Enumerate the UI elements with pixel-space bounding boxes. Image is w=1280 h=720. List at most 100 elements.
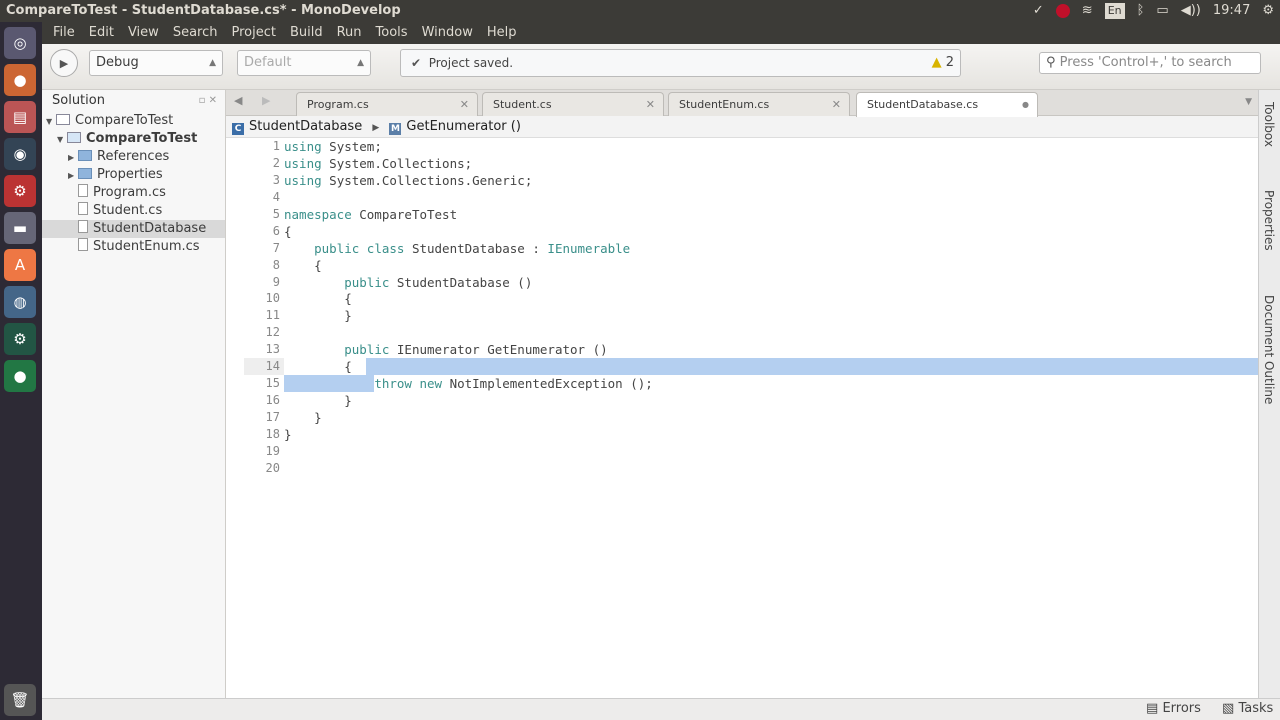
- tab-student[interactable]: Student.cs ✕: [482, 92, 664, 116]
- line-text: {: [284, 223, 292, 240]
- code-line[interactable]: 12: [244, 324, 1258, 341]
- close-tab-icon[interactable]: ✕: [460, 93, 469, 117]
- software-center-icon[interactable]: A: [4, 249, 36, 281]
- line-number: 8: [272, 257, 280, 272]
- monodevelop-icon[interactable]: ◍: [4, 286, 36, 318]
- menu-view[interactable]: View: [121, 22, 166, 44]
- code-line[interactable]: 2 using System.Collections;: [244, 155, 1258, 172]
- code-line[interactable]: 3 using System.Collections.Generic;: [244, 172, 1258, 189]
- expander-icon[interactable]: ▼: [46, 113, 56, 131]
- pad-document-outline[interactable]: Document Outline: [1262, 295, 1276, 404]
- code-line[interactable]: 19: [244, 443, 1258, 460]
- menu-window[interactable]: Window: [415, 22, 480, 44]
- code-line[interactable]: 10 {: [244, 290, 1258, 307]
- volume-icon[interactable]: ◀)): [1181, 0, 1201, 22]
- side-pads: Toolbox Properties Document Outline: [1258, 90, 1280, 698]
- breadcrumb-method[interactable]: GetEnumerator (): [406, 119, 521, 134]
- code-line[interactable]: 16 }: [244, 392, 1258, 409]
- pad-properties[interactable]: Properties: [1262, 190, 1276, 251]
- trash-icon[interactable]: 🗑: [4, 684, 36, 716]
- code-line[interactable]: 15 throw new NotImplementedException ();: [244, 375, 1258, 392]
- tree-item[interactable]: Student.cs: [42, 202, 225, 220]
- clock[interactable]: 19:47: [1213, 0, 1250, 22]
- tab-studentdatabase[interactable]: StudentDatabase.cs ●: [856, 92, 1038, 117]
- settings-icon[interactable]: ⚙: [4, 175, 36, 207]
- tab-forward-icon[interactable]: ▶: [262, 94, 270, 107]
- code-line[interactable]: 11 }: [244, 307, 1258, 324]
- wifi-icon[interactable]: ≋: [1082, 0, 1093, 22]
- app-icon[interactable]: ⚙: [4, 323, 36, 355]
- expander-icon[interactable]: ▶: [68, 167, 78, 185]
- code-line[interactable]: 13 public IEnumerator GetEnumerator (): [244, 341, 1258, 358]
- bluetooth-icon[interactable]: ᛒ: [1137, 0, 1145, 22]
- code-line[interactable]: 18}: [244, 426, 1258, 443]
- chrome-icon[interactable]: ●: [4, 64, 36, 96]
- tree-item-label: References: [97, 149, 170, 164]
- code-token: StudentDatabase (): [389, 274, 533, 290]
- platform-select[interactable]: Default ▲: [237, 50, 371, 76]
- menu-project[interactable]: Project: [224, 22, 282, 44]
- record-icon[interactable]: [1055, 4, 1070, 18]
- tree-item[interactable]: ▶ Properties: [42, 166, 225, 184]
- tree-item[interactable]: StudentEnum.cs: [42, 238, 225, 256]
- menu-edit[interactable]: Edit: [82, 22, 121, 44]
- line-text: {: [284, 358, 352, 375]
- code-line[interactable]: 6{: [244, 223, 1258, 240]
- modified-dot-icon[interactable]: ●: [1022, 93, 1029, 117]
- line-number: 3: [272, 172, 280, 187]
- tree-item[interactable]: ▼ CompareToTest: [42, 112, 225, 130]
- tab-list-icon[interactable]: ▼: [1245, 97, 1252, 107]
- power-gear-icon[interactable]: ⚙: [1262, 0, 1274, 22]
- search-input[interactable]: ⚲ Press 'Control+,' to search: [1039, 52, 1261, 74]
- code-line[interactable]: 8 {: [244, 257, 1258, 274]
- code-line[interactable]: 17 }: [244, 409, 1258, 426]
- errors-button[interactable]: ▤ Errors: [1146, 701, 1201, 716]
- line-text: }: [284, 409, 322, 426]
- steam-icon[interactable]: ✓: [1033, 0, 1044, 22]
- tree-item[interactable]: ▶ References: [42, 148, 225, 166]
- menu-search[interactable]: Search: [166, 22, 225, 44]
- warnings-badge[interactable]: ▲ 2: [932, 50, 954, 76]
- close-tab-icon[interactable]: ✕: [832, 93, 841, 117]
- code-line[interactable]: 20: [244, 460, 1258, 477]
- errors-label: Errors: [1162, 701, 1201, 716]
- dash-icon[interactable]: ◎: [4, 27, 36, 59]
- line-number: 5: [272, 206, 280, 221]
- menu-file[interactable]: File: [46, 22, 82, 44]
- breadcrumb-class[interactable]: StudentDatabase: [249, 119, 362, 134]
- file-icon: [78, 220, 88, 233]
- code-line[interactable]: 4: [244, 189, 1258, 206]
- battery-icon[interactable]: ▭: [1156, 0, 1168, 22]
- code-line[interactable]: 1 using System;: [244, 138, 1258, 155]
- code-token: System.Collections.Generic;: [321, 172, 533, 188]
- code-line[interactable]: 9 public StudentDatabase (): [244, 274, 1258, 291]
- keyboard-layout[interactable]: En: [1104, 3, 1125, 19]
- close-tab-icon[interactable]: ✕: [646, 93, 655, 117]
- expander-icon[interactable]: ▼: [57, 131, 67, 149]
- run-button[interactable]: ▶: [50, 49, 78, 77]
- tree-item[interactable]: Program.cs: [42, 184, 225, 202]
- code-line[interactable]: 7 public class StudentDatabase : IEnumer…: [244, 240, 1258, 257]
- pad-toolbox[interactable]: Toolbox: [1262, 102, 1276, 147]
- menu-tools[interactable]: Tools: [369, 22, 415, 44]
- code-line[interactable]: 5 namespace CompareToTest: [244, 206, 1258, 223]
- expander-icon[interactable]: ▶: [68, 149, 78, 167]
- tree-item[interactable]: ▼ CompareToTest: [42, 130, 225, 148]
- menu-build[interactable]: Build: [283, 22, 330, 44]
- pad-close-icon[interactable]: ▫ ✕: [199, 90, 217, 112]
- menu-run[interactable]: Run: [330, 22, 369, 44]
- tree-item[interactable]: StudentDatabase: [42, 220, 225, 238]
- steam-launcher-icon[interactable]: ◉: [4, 138, 36, 170]
- code-editor[interactable]: 1 using System; 2 using System.Collections;…: [244, 138, 1258, 698]
- code-line[interactable]: 14 {: [244, 358, 1258, 376]
- tab-program[interactable]: Program.cs ✕: [296, 92, 478, 116]
- menu-help[interactable]: Help: [480, 22, 524, 44]
- configuration-select[interactable]: Debug ▲: [89, 50, 223, 76]
- drive-icon[interactable]: ▬: [4, 212, 36, 244]
- tasks-button[interactable]: ▧ Tasks: [1222, 701, 1273, 716]
- globe-icon[interactable]: ●: [4, 360, 36, 392]
- tab-studentenum[interactable]: StudentEnum.cs ✕: [668, 92, 850, 116]
- files-icon[interactable]: ▤: [4, 101, 36, 133]
- tab-back-icon[interactable]: ◀: [234, 94, 242, 107]
